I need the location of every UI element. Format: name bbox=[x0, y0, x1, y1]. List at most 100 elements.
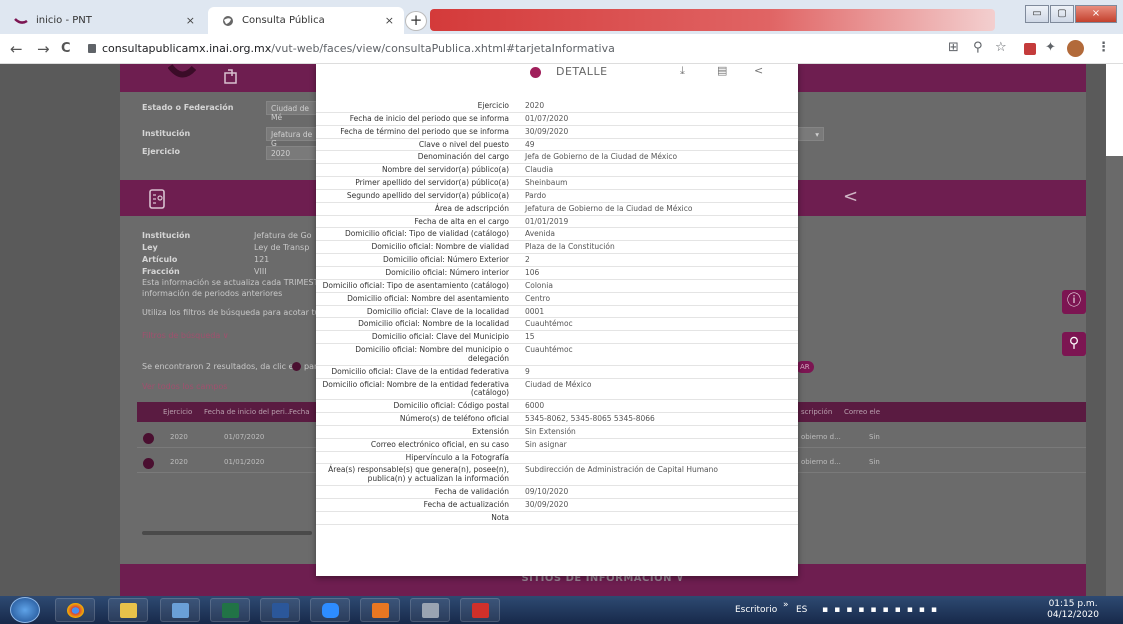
articulo-label: Artículo bbox=[142, 255, 178, 264]
detail-field-value: Sin Extensión bbox=[525, 426, 576, 436]
detail-row: Fecha de actualización 30/09/2020 bbox=[316, 499, 798, 512]
detail-field-label: Área(s) responsable(s) que genera(n), po… bbox=[328, 465, 509, 484]
detail-field-value: 9 bbox=[525, 366, 530, 376]
ejercicio-select[interactable]: 2020 bbox=[266, 146, 320, 160]
reload-button[interactable]: C bbox=[61, 41, 71, 56]
start-button[interactable] bbox=[10, 597, 40, 623]
detail-row: Fecha de inicio del periodo que se infor… bbox=[316, 113, 798, 126]
search-magnifier-icon[interactable]: ⚲ bbox=[1062, 332, 1086, 356]
extensions-puzzle-icon[interactable]: ✦ bbox=[1045, 40, 1056, 55]
forward-button[interactable]: → bbox=[37, 40, 50, 58]
detail-row: Domicilio oficial: Nombre de la localida… bbox=[316, 318, 798, 332]
detail-field-value bbox=[517, 452, 798, 464]
detail-field-label: Domicilio oficial: Clave de la localidad bbox=[366, 306, 509, 316]
taskbar-word[interactable] bbox=[260, 598, 300, 622]
export-icon[interactable] bbox=[223, 68, 239, 84]
side-action-button[interactable]: AR bbox=[796, 361, 814, 373]
ley-label: Ley bbox=[142, 243, 158, 252]
tab-label: Consulta Pública bbox=[242, 15, 325, 26]
detail-row: Hipervínculo a la Fotografía bbox=[316, 452, 798, 465]
translate-icon[interactable]: ⊞ bbox=[948, 40, 959, 55]
detail-field-label: Extensión bbox=[472, 426, 509, 436]
profile-avatar[interactable] bbox=[1067, 40, 1084, 57]
info-icon bbox=[292, 362, 301, 371]
detail-field-label: Primer apellido del servidor(a) público(… bbox=[355, 178, 509, 188]
detail-field-label: Domicilio oficial: Código postal bbox=[393, 401, 510, 411]
detail-row: Fecha de validación 09/10/2020 bbox=[316, 486, 798, 499]
system-clock[interactable]: 01:15 p.m. 04/12/2020 bbox=[1047, 599, 1099, 621]
windows-taskbar: Escritorio » ES ▪▪▪▪▪▪▪▪▪▪ 01:15 p.m. 04… bbox=[0, 596, 1123, 624]
close-window-button[interactable]: × bbox=[1075, 5, 1117, 23]
detail-row: Domicilio oficial: Tipo de asentamiento … bbox=[316, 280, 798, 293]
share-icon[interactable]: < bbox=[754, 64, 763, 77]
detail-field-value: Jefatura de Gobierno de la Ciudad de Méx… bbox=[525, 203, 693, 213]
close-icon[interactable]: × bbox=[186, 14, 195, 27]
scrollbar-track[interactable] bbox=[1106, 64, 1123, 596]
pnt-logo-icon bbox=[168, 64, 196, 78]
print-icon[interactable]: ▤ bbox=[717, 64, 727, 77]
toolbar-chevron[interactable]: » bbox=[783, 600, 789, 610]
ver-todos-link[interactable]: Ver todos los campos bbox=[142, 382, 227, 391]
filtros-busqueda-link[interactable]: Filtros de búsqueda ∨ bbox=[142, 331, 229, 340]
new-tab-button[interactable]: + bbox=[405, 11, 427, 31]
taskbar-explorer[interactable] bbox=[108, 598, 148, 622]
detail-field-value: 30/09/2020 bbox=[525, 126, 569, 136]
download-icon[interactable]: ⤓ bbox=[680, 64, 685, 78]
select-chevron[interactable]: ▾ bbox=[798, 127, 824, 141]
detail-field-value: Cuauhtémoc bbox=[525, 319, 573, 329]
taskbar-chrome[interactable] bbox=[55, 598, 95, 622]
desktop-toolbar-label[interactable]: Escritorio bbox=[735, 605, 777, 615]
taskbar-paint[interactable] bbox=[160, 598, 200, 622]
cell-ejercicio: 2020 bbox=[170, 433, 188, 441]
estado-select[interactable]: Ciudad de Mé bbox=[266, 101, 320, 122]
detail-field-label: Domicilio oficial: Tipo de asentamiento … bbox=[322, 280, 509, 290]
lock-icon[interactable] bbox=[88, 44, 96, 53]
th-descripcion[interactable]: scripción bbox=[801, 408, 832, 416]
taskbar-zoom[interactable] bbox=[310, 598, 350, 622]
institucion-summary-value: Jefatura de Go bbox=[254, 231, 312, 240]
alert-circle-icon[interactable]: ⓘ bbox=[1062, 290, 1086, 314]
detail-row: Extensión Sin Extensión bbox=[316, 426, 798, 439]
modal-header: DETALLE ⤓ ▤ < bbox=[316, 64, 798, 84]
tray-icons[interactable]: ▪▪▪▪▪▪▪▪▪▪ bbox=[822, 605, 943, 615]
detail-row: Domicilio oficial: Nombre del municipio … bbox=[316, 344, 798, 366]
info-icon[interactable] bbox=[143, 433, 154, 444]
url-field[interactable]: consultapublicamx.inai.org.mx/vut-web/fa… bbox=[102, 42, 615, 55]
detail-field-value: 2020 bbox=[525, 101, 545, 110]
detail-field-value: Subdirección de Administración de Capita… bbox=[525, 465, 718, 475]
tab-label: inicio - PNT bbox=[36, 15, 92, 26]
share-icon[interactable]: < bbox=[843, 186, 858, 207]
detail-field-label: Domicilio oficial: Nombre del asentamien… bbox=[347, 293, 509, 303]
language-indicator[interactable]: ES bbox=[796, 605, 807, 615]
cell-area: obierno d... bbox=[801, 433, 841, 441]
tab-consulta-publica[interactable]: Consulta Pública × bbox=[208, 7, 404, 34]
back-button[interactable]: ← bbox=[10, 40, 23, 58]
detail-row: Domicilio oficial: Tipo de vialidad (cat… bbox=[316, 228, 798, 242]
th-ejercicio[interactable]: Ejercicio bbox=[163, 408, 192, 416]
th-fecha[interactable]: Fecha bbox=[289, 408, 310, 416]
minimize-button[interactable]: ▭ bbox=[1025, 5, 1049, 23]
detail-field-value: 5345-8062, 5345-8065 5345-8066 bbox=[525, 414, 655, 424]
th-fecha-inicio[interactable]: Fecha de inicio del peri... bbox=[204, 408, 292, 416]
detail-field-label: Fecha de validación bbox=[434, 487, 509, 497]
tab-inicio-pnt[interactable]: inicio - PNT × bbox=[0, 7, 205, 34]
taskbar-excel[interactable] bbox=[210, 598, 250, 622]
bookmark-star-icon[interactable]: ☆ bbox=[995, 40, 1007, 55]
institucion-select[interactable]: Jefatura de G bbox=[266, 127, 320, 148]
pdf-extension-icon[interactable] bbox=[1024, 43, 1036, 55]
taskbar-media[interactable] bbox=[360, 598, 400, 622]
maximize-button[interactable]: ▢ bbox=[1050, 5, 1074, 23]
table-horizontal-scrollbar[interactable] bbox=[142, 531, 312, 535]
info-icon[interactable] bbox=[143, 458, 154, 469]
fraccion-value: VIII bbox=[254, 267, 267, 276]
close-icon[interactable]: × bbox=[385, 14, 394, 27]
menu-kebab-icon[interactable]: ⋮ bbox=[1097, 40, 1110, 55]
detail-row: Segundo apellido del servidor(a) público… bbox=[316, 190, 798, 203]
detail-row: Domicilio oficial: Nombre del asentamien… bbox=[316, 293, 798, 306]
detail-field-value: Avenida bbox=[525, 229, 555, 239]
scrollbar-thumb[interactable] bbox=[1106, 64, 1123, 156]
taskbar-acrobat[interactable] bbox=[460, 598, 500, 622]
zoom-icon[interactable]: ⚲ bbox=[973, 40, 983, 55]
th-correo[interactable]: Correo ele bbox=[844, 408, 880, 416]
taskbar-calculator[interactable] bbox=[410, 598, 450, 622]
